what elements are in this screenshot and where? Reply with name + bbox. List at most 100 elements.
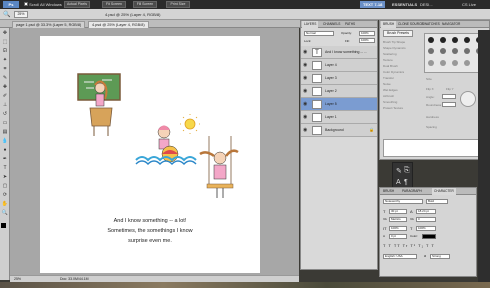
blur-tool-icon[interactable]: 💧 — [1, 138, 9, 145]
tab-paths[interactable]: PATHS — [343, 21, 357, 28]
move-tool-icon[interactable]: ✥ — [1, 30, 9, 37]
tab-channels[interactable]: CHANNELS — [321, 21, 342, 28]
flip-y-label[interactable]: Flip Y — [446, 87, 454, 91]
path-selection-tool-icon[interactable]: ➤ — [1, 174, 9, 181]
dodge-tool-icon[interactable]: ● — [1, 147, 9, 154]
tab-4psd[interactable]: 4.psd @ 25% (Layer 4, RGB/8) — [88, 21, 149, 28]
font-style-select[interactable]: Bold — [426, 199, 448, 204]
brush-tip-icon[interactable] — [464, 60, 470, 66]
tab-page1[interactable]: page 1.psd @ 33.3% (Layer 5, RGB/8) — [12, 21, 86, 28]
character-icon[interactable]: A — [396, 179, 401, 186]
eye-icon[interactable]: ◉ — [303, 114, 309, 120]
tab-swatches[interactable]: SWATCHES — [420, 21, 442, 28]
fill-field[interactable]: 100% — [359, 38, 375, 43]
magic-wand-tool-icon[interactable]: ✦ — [1, 57, 9, 64]
layer-row[interactable]: ◉ Background 🔒 — [301, 124, 377, 137]
roundness-field[interactable] — [442, 102, 456, 107]
crop-tool-icon[interactable]: ⌗ — [1, 66, 9, 73]
healing-tool-icon[interactable]: ✚ — [1, 84, 9, 91]
eraser-tool-icon[interactable]: ▭ — [1, 120, 9, 127]
angle-field[interactable] — [442, 94, 456, 99]
foreground-color-swatch[interactable] — [1, 223, 6, 228]
document-canvas[interactable]: And I know something -- a lot! Sometimes… — [40, 36, 260, 273]
layer-row[interactable]: ◉ Layer 1 — [301, 111, 377, 124]
layer-row[interactable]: ◉ Layer 3 — [301, 72, 377, 85]
shape-tool-icon[interactable]: ▢ — [1, 183, 9, 190]
brush-tip-icon[interactable] — [464, 37, 470, 43]
brush-tip-icon[interactable] — [440, 60, 446, 66]
paragraph-icon[interactable]: ¶ — [404, 179, 408, 186]
fit-screen-button[interactable]: Fit Screen — [102, 1, 126, 8]
brush-tip-icon[interactable] — [440, 37, 446, 43]
brush-tip-icon[interactable] — [428, 37, 434, 43]
zoom-select[interactable]: 25% — [14, 11, 28, 18]
clone-source-icon[interactable]: ⎘ — [404, 167, 410, 175]
scroll-all-windows[interactable]: Scroll All Windows — [24, 1, 62, 8]
brush-tip-icon[interactable] — [452, 48, 458, 54]
anti-alias-select[interactable]: Strong — [430, 254, 450, 259]
hand-tool-icon[interactable]: ✋ — [1, 201, 9, 208]
cs-live-button[interactable]: CS Live — [462, 1, 476, 8]
eye-icon[interactable]: ◉ — [303, 62, 309, 68]
language-select[interactable]: English: USA — [383, 254, 417, 259]
history-brush-tool-icon[interactable]: ↺ — [1, 111, 9, 118]
brush-presets-button[interactable]: Brush Presets — [383, 30, 413, 37]
eye-icon[interactable]: ◉ — [303, 75, 309, 81]
tab-navigator[interactable]: NAVIGATOR — [440, 21, 462, 28]
3d-tool-icon[interactable]: ⟳ — [1, 192, 9, 199]
flip-x-label[interactable]: Flip X — [426, 87, 434, 91]
eyedropper-tool-icon[interactable]: ✎ — [1, 75, 9, 82]
brush-tool-icon[interactable]: ✐ — [1, 93, 9, 100]
brush-tip-icon[interactable] — [440, 48, 446, 54]
layer-row[interactable]: ◉ T And I know something -- ... — [301, 46, 377, 59]
leading-field[interactable]: 18.24 pt — [416, 209, 436, 214]
tab-brush[interactable]: BRUSH — [381, 21, 397, 28]
workspace-tab[interactable]: TEXT 7-18 — [360, 1, 386, 8]
brush-tip-icon[interactable] — [428, 60, 434, 66]
actual-pixels-button[interactable]: Actual Pixels — [64, 1, 91, 8]
layer-thumbnail — [312, 126, 322, 135]
fill-screen-button[interactable]: Fill Screen — [133, 1, 157, 8]
eye-icon[interactable]: ◉ — [303, 101, 309, 107]
tracking-field[interactable]: 0 — [416, 217, 436, 222]
zoom-tool-icon[interactable]: 🔍 — [1, 210, 9, 217]
layer-row[interactable]: ◉ Layer 4 — [301, 59, 377, 72]
pen-tool-icon[interactable]: ✒ — [1, 156, 9, 163]
marquee-tool-icon[interactable]: ⬚ — [1, 39, 9, 46]
kerning-field[interactable]: Metrics — [389, 217, 407, 222]
text-color-swatch[interactable] — [422, 234, 436, 239]
layer-row-selected[interactable]: ◉ Layer 5 — [301, 98, 377, 111]
font-family-select[interactable]: Noteworthy — [383, 199, 423, 204]
brush-tip-icon[interactable] — [464, 48, 470, 54]
opacity-field[interactable]: 100% — [359, 31, 375, 36]
eye-icon[interactable]: ◉ — [303, 88, 309, 94]
brush-tip-icon[interactable] — [452, 60, 458, 66]
design-workspace[interactable]: DESI... — [420, 1, 433, 8]
eye-icon[interactable]: ◉ — [303, 127, 309, 133]
baseline-field[interactable]: 0 pt — [389, 234, 407, 239]
vertical-scale-field[interactable]: 100% — [389, 226, 407, 231]
print-size-button[interactable]: Print Size — [166, 1, 190, 8]
font-size-field[interactable]: 30 pt — [389, 209, 407, 214]
type-style-buttons[interactable]: T T TT Tr T¹ T₁ T T — [383, 243, 435, 248]
tab-layers[interactable]: LAYERS — [302, 21, 319, 28]
clone-stamp-tool-icon[interactable]: ⊥ — [1, 102, 9, 109]
type-tool-icon[interactable]: T — [1, 165, 9, 172]
brush-panel: BRUSH CLONE SOURCE SWATCHES NAVIGATOR Br… — [379, 20, 490, 160]
horizontal-scale-field[interactable]: 100% — [416, 226, 436, 231]
brush-preset-icon[interactable]: ✎ — [396, 167, 402, 175]
blend-mode-select[interactable]: Normal — [304, 31, 334, 36]
lasso-tool-icon[interactable]: ᘏ — [1, 48, 9, 55]
tab-character[interactable]: CHARACTER — [432, 188, 456, 195]
brush-tip-icon[interactable] — [452, 37, 458, 43]
gradient-tool-icon[interactable]: ▤ — [1, 129, 9, 136]
tab-paragraph[interactable]: PARAGRAPH — [400, 188, 424, 195]
essentials-workspace[interactable]: ESSENTIALS — [392, 1, 417, 8]
eye-icon[interactable]: ◉ — [303, 49, 309, 55]
brush-tip-icon[interactable] — [428, 48, 434, 54]
brush-option[interactable]: Protect Texture — [383, 105, 419, 111]
zoom-tool-icon[interactable]: 🔍 — [3, 11, 10, 18]
brush-angle-preview[interactable] — [460, 91, 476, 107]
layer-row[interactable]: ◉ Layer 2 — [301, 85, 377, 98]
tab-brush-mini[interactable]: BRUSH — [381, 188, 396, 195]
